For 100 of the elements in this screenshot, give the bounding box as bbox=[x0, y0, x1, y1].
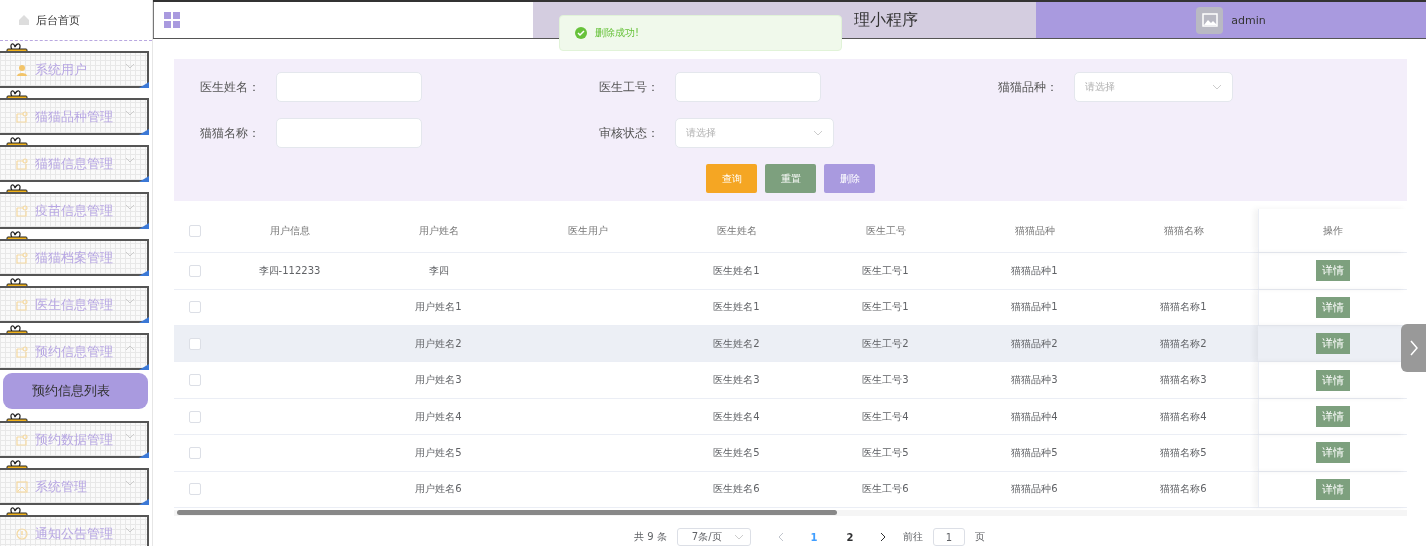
chevron-down-icon bbox=[813, 130, 823, 137]
image-icon bbox=[16, 480, 28, 493]
checkbox[interactable] bbox=[188, 264, 201, 277]
table-cell: 猫猫品种6 bbox=[1011, 483, 1058, 495]
column-header: 猫猫名称 bbox=[1162, 223, 1205, 238]
chevron-down-icon bbox=[125, 110, 135, 116]
column-header: 医生工号 bbox=[864, 223, 907, 238]
page-size-select[interactable]: 7条/页 bbox=[676, 528, 751, 546]
checkbox[interactable] bbox=[188, 374, 201, 387]
chevron-left-icon[interactable] bbox=[777, 532, 784, 542]
table-cell: 医生姓名2 bbox=[713, 337, 760, 349]
checkbox[interactable] bbox=[188, 224, 201, 237]
chevron-down-icon bbox=[125, 157, 135, 163]
table-cell: 医生姓名5 bbox=[713, 446, 760, 458]
details-button[interactable]: 详情 bbox=[1316, 442, 1350, 464]
column-header: 医生姓名 bbox=[715, 223, 758, 238]
scrollbar-thumb[interactable] bbox=[177, 510, 837, 515]
details-button[interactable]: 详情 bbox=[1316, 260, 1350, 282]
details-button[interactable]: 详情 bbox=[1316, 296, 1350, 318]
table-cell: 猫猫名称4 bbox=[1160, 410, 1207, 422]
checkbox[interactable] bbox=[188, 483, 201, 496]
goto-label: 前往 bbox=[902, 530, 923, 544]
table-cell: 医生姓名6 bbox=[713, 483, 760, 495]
column-header: 操作 bbox=[1258, 209, 1407, 253]
person-icon bbox=[16, 63, 28, 76]
sidebar-menu-item[interactable]: 系统管理 bbox=[0, 468, 149, 505]
column-header: 用户姓名 bbox=[417, 223, 460, 238]
details-button[interactable]: 详情 bbox=[1316, 406, 1350, 427]
select-field[interactable]: 请选择 bbox=[675, 118, 834, 149]
document-icon bbox=[16, 251, 28, 264]
sidebar-menu-item[interactable]: 猫猫档案管理 bbox=[0, 239, 149, 276]
document-icon bbox=[16, 157, 28, 170]
chevron-up-icon bbox=[125, 345, 135, 351]
reset-button[interactable]: 重置 bbox=[765, 164, 816, 194]
sidebar-menu-item[interactable]: 通知公告管理 bbox=[0, 515, 149, 546]
table-cell: 用户姓名6 bbox=[415, 483, 462, 495]
toast: 删除成功! bbox=[559, 15, 842, 51]
column-header: 猫猫品种 bbox=[1013, 223, 1056, 238]
table-cell: 用户姓名5 bbox=[415, 446, 462, 458]
home-icon bbox=[18, 14, 30, 26]
chevron-down-icon bbox=[125, 298, 135, 304]
sidebar-menu-item[interactable]: 猫猫信息管理 bbox=[0, 145, 149, 182]
page-input[interactable]: 1 bbox=[932, 528, 965, 546]
sidebar-menu-item[interactable]: 疫苗信息管理 bbox=[0, 192, 149, 229]
table-cell: 猫猫品种1 bbox=[1011, 301, 1058, 313]
sidebar-menu-item[interactable]: 医生信息管理 bbox=[0, 286, 149, 323]
input-field[interactable] bbox=[276, 118, 422, 149]
delete-button[interactable]: 删除 bbox=[824, 164, 875, 194]
checkbox[interactable] bbox=[188, 301, 201, 314]
document-icon bbox=[16, 204, 28, 217]
table-cell: 猫猫品种1 bbox=[1011, 264, 1058, 276]
page-number[interactable]: 1 bbox=[800, 531, 827, 543]
table-cell: 医生工号2 bbox=[862, 337, 909, 349]
table-cell: 医生姓名1 bbox=[713, 301, 760, 313]
select-field[interactable]: 请选择 bbox=[1074, 72, 1233, 103]
chevron-down-icon bbox=[125, 433, 135, 439]
table-cell: 用户姓名2 bbox=[415, 337, 462, 349]
app-title: 理小程序 bbox=[854, 9, 918, 31]
page-number[interactable]: 2 bbox=[836, 531, 863, 543]
table-cell: 医生工号1 bbox=[862, 264, 909, 276]
sidebar-menu-item[interactable]: 猫猫品种管理 bbox=[0, 98, 149, 135]
details-button[interactable]: 详情 bbox=[1316, 369, 1350, 391]
table-cell: 医生姓名4 bbox=[713, 410, 760, 422]
sidebar-menu-item[interactable]: 预约信息管理 bbox=[0, 333, 149, 370]
field-label: 审核状态： bbox=[599, 124, 660, 142]
table-cell: 猫猫名称1 bbox=[1160, 301, 1207, 313]
home-menu-item[interactable]: 后台首页 bbox=[0, 0, 152, 41]
document-icon bbox=[16, 345, 28, 358]
chevron-down-icon bbox=[125, 527, 135, 533]
chevron-down-icon bbox=[125, 204, 135, 210]
search-button[interactable]: 查询 bbox=[706, 164, 757, 194]
expand-arrow-button[interactable] bbox=[1401, 324, 1426, 372]
submenu-item[interactable]: 预约信息列表 bbox=[3, 373, 148, 409]
table-cell: 用户姓名4 bbox=[415, 410, 462, 422]
table-cell: 猫猫品种2 bbox=[1011, 337, 1058, 349]
field-label: 医生姓名： bbox=[200, 78, 261, 96]
avatar-icon bbox=[1196, 6, 1224, 34]
checkbox[interactable] bbox=[188, 446, 201, 459]
table-cell: 猫猫名称6 bbox=[1160, 483, 1207, 495]
details-button[interactable]: 详情 bbox=[1316, 478, 1350, 500]
table-cell: 李四-112233 bbox=[258, 264, 321, 276]
checkbox[interactable] bbox=[188, 410, 201, 423]
menu-icon[interactable] bbox=[164, 12, 180, 29]
table-cell: 医生工号3 bbox=[862, 374, 909, 386]
table-cell: 猫猫名称5 bbox=[1160, 446, 1207, 458]
chevron-right-icon[interactable] bbox=[879, 532, 886, 542]
sidebar-menu-item[interactable]: 系统用户 bbox=[0, 51, 149, 88]
sidebar-menu-item[interactable]: 预约数据管理 bbox=[0, 421, 149, 458]
details-button[interactable]: 详情 bbox=[1316, 333, 1350, 355]
input-field[interactable] bbox=[675, 72, 821, 103]
table-cell: 猫猫品种4 bbox=[1011, 410, 1058, 422]
table-cell: 医生工号4 bbox=[862, 410, 909, 422]
column-header: 用户信息 bbox=[268, 223, 311, 238]
table-cell: 医生姓名3 bbox=[713, 374, 760, 386]
table-cell: 猫猫品种3 bbox=[1011, 374, 1058, 386]
checkbox[interactable] bbox=[188, 337, 201, 350]
table-cell: 用户姓名3 bbox=[415, 374, 462, 386]
field-label: 医生工号： bbox=[599, 78, 660, 96]
check-circle-icon bbox=[575, 27, 587, 39]
input-field[interactable] bbox=[276, 72, 422, 103]
